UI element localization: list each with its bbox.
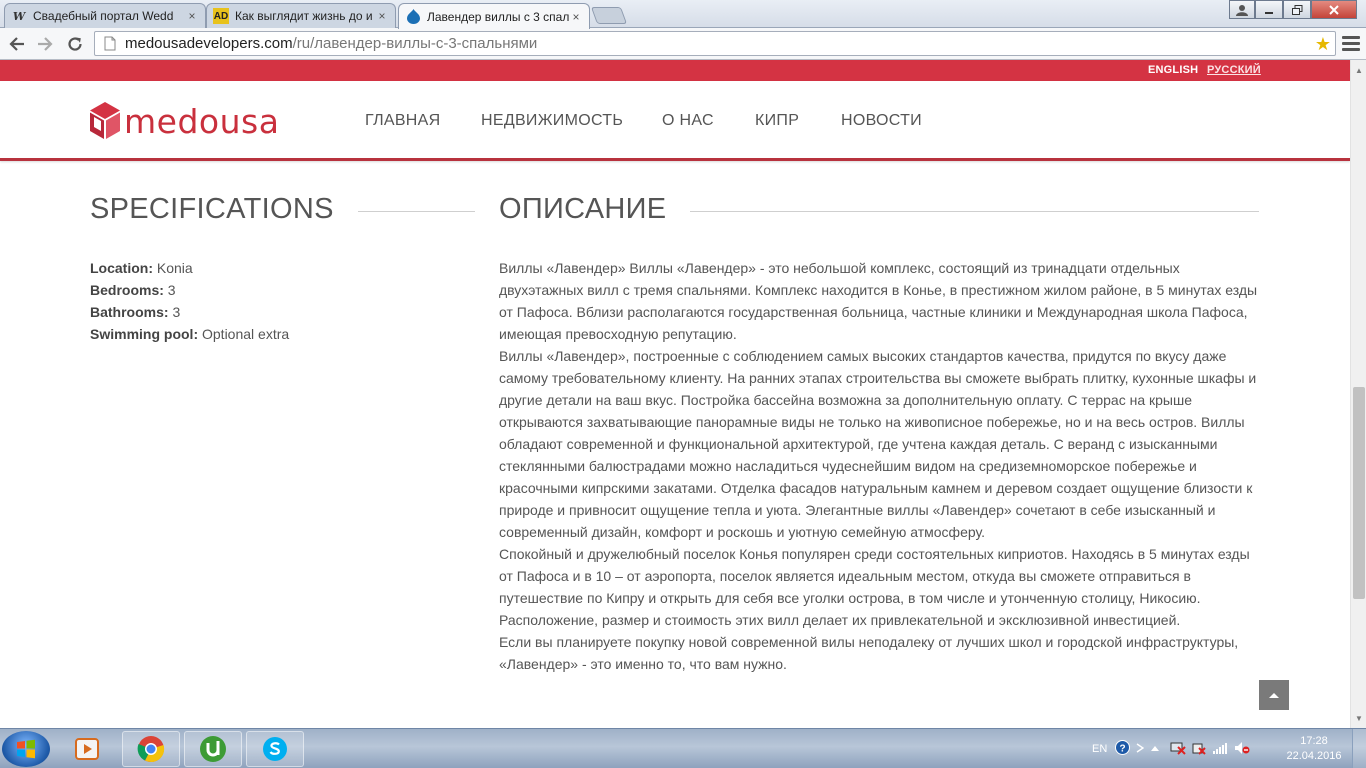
- url-host: medousadevelopers.com: [125, 35, 293, 52]
- scroll-to-top-button[interactable]: [1259, 680, 1289, 710]
- spec-bedrooms: Bedrooms: 3: [90, 279, 176, 301]
- page-scrollbar[interactable]: ▲ ▼: [1350, 60, 1366, 728]
- system-tray: EN ?: [1092, 729, 1250, 768]
- svg-text:?: ?: [1120, 744, 1126, 755]
- back-button[interactable]: [6, 33, 28, 55]
- scroll-down-arrow-icon[interactable]: ▼: [1351, 710, 1366, 726]
- nav-cyprus[interactable]: КИПР: [755, 112, 799, 130]
- forward-button[interactable]: [34, 33, 56, 55]
- user-profile-icon[interactable]: [1229, 0, 1255, 19]
- close-window-button[interactable]: [1311, 0, 1357, 19]
- taskbar-media-player[interactable]: [58, 731, 116, 767]
- media-player-icon: [75, 738, 99, 760]
- tab-close-icon[interactable]: ×: [375, 9, 389, 23]
- spec-label: Location:: [90, 260, 153, 276]
- chevron-up-icon: [1269, 693, 1279, 698]
- tab-title: Свадебный портал Wedd: [33, 9, 174, 23]
- drupal-drop-icon: [405, 9, 421, 25]
- browser-tabstrip: W Свадебный портал Wedd × AD Как выгляди…: [0, 0, 1366, 29]
- medousa-cube-icon: [90, 102, 120, 139]
- maximize-button[interactable]: [1283, 0, 1311, 19]
- description-paragraph: Виллы «Лавендер», построенные с соблюден…: [499, 348, 1257, 540]
- signal-strength-icon[interactable]: [1212, 742, 1228, 757]
- address-bar[interactable]: medousadevelopers.com/ru/лавендер-виллы-…: [94, 31, 1336, 56]
- spec-value: Konia: [156, 260, 193, 276]
- nav-home[interactable]: ГЛАВНАЯ: [365, 112, 441, 130]
- tab-lavender-villas[interactable]: Лавендер виллы с 3 спал ×: [398, 3, 590, 29]
- site-logo[interactable]: medousa: [88, 101, 279, 141]
- description-paragraph: Виллы «Лавендер» Виллы «Лавендер» - это …: [499, 260, 1258, 342]
- language-link-english[interactable]: ENGLISH: [1148, 64, 1198, 76]
- description-body: Виллы «Лавендер» Виллы «Лавендер» - это …: [499, 257, 1265, 675]
- tab-ad-article[interactable]: AD Как выглядит жизнь до и ×: [206, 3, 396, 28]
- scrollbar-thumb[interactable]: [1353, 387, 1365, 599]
- tab-wedding-portal[interactable]: W Свадебный портал Wedd ×: [4, 3, 206, 28]
- wedding-portal-favicon-icon: W: [12, 9, 26, 23]
- description-divider: [690, 211, 1259, 212]
- nav-real-estate[interactable]: НЕДВИЖИМОСТЬ: [481, 112, 623, 130]
- spec-value: 3: [167, 282, 176, 298]
- site-header: medousa ГЛАВНАЯ НЕДВИЖИМОСТЬ О НАС КИПР …: [0, 81, 1350, 161]
- specifications-title: SPECIFICATIONS: [90, 193, 334, 225]
- start-button[interactable]: [2, 731, 50, 767]
- spec-label: Bathrooms:: [90, 304, 169, 320]
- url-path: /ru/лавендер-виллы-с-3-спальнями: [292, 35, 538, 52]
- language-bar: ENGLISH РУССКИЙ: [0, 60, 1350, 81]
- security-warning-icon[interactable]: [1192, 741, 1206, 758]
- chrome-menu-icon[interactable]: [1342, 34, 1360, 52]
- nav-about[interactable]: О НАС: [662, 112, 714, 130]
- spec-value: 3: [172, 304, 181, 320]
- logo-text: medousa: [124, 101, 280, 141]
- bookmark-star-icon[interactable]: ★: [1315, 34, 1331, 55]
- description-paragraph: Спокойный и дружелюбный поселок Конья по…: [499, 546, 1250, 628]
- spec-label: Bedrooms:: [90, 282, 164, 298]
- language-bar-options-icon[interactable]: [1136, 742, 1145, 756]
- spec-swimming-pool: Swimming pool: Optional extra: [90, 323, 289, 345]
- input-language-indicator[interactable]: EN: [1092, 743, 1107, 755]
- show-desktop-button[interactable]: [1352, 729, 1366, 768]
- windows-taskbar: EN ? 17:28 22.04.2016: [0, 728, 1366, 768]
- taskbar-utorrent[interactable]: [184, 731, 242, 767]
- taskbar-clock[interactable]: 17:28 22.04.2016: [1284, 734, 1344, 764]
- ad-favicon-icon: AD: [213, 8, 229, 24]
- tab-close-icon[interactable]: ×: [185, 9, 199, 23]
- utorrent-icon: [200, 736, 226, 762]
- page-icon: [101, 35, 119, 53]
- volume-muted-icon[interactable]: [1234, 741, 1250, 758]
- spec-bathrooms: Bathrooms: 3: [90, 301, 180, 323]
- nav-news[interactable]: НОВОСТИ: [841, 112, 922, 130]
- help-icon[interactable]: ?: [1115, 740, 1131, 758]
- spec-label: Swimming pool:: [90, 326, 199, 342]
- chrome-icon: [137, 736, 165, 763]
- window-controls: [1229, 0, 1357, 19]
- windows-logo-icon: [17, 739, 35, 759]
- spec-value: Optional extra: [202, 326, 290, 342]
- description-paragraph: Если вы планируете покупку новой совреме…: [499, 634, 1239, 672]
- taskbar-skype[interactable]: [246, 731, 304, 767]
- network-warning-icon[interactable]: [1170, 741, 1186, 758]
- minimize-button[interactable]: [1255, 0, 1283, 19]
- web-page: ENGLISH РУССКИЙ medousa ГЛАВНАЯ НЕДВИЖИМ…: [0, 60, 1350, 728]
- language-link-russian[interactable]: РУССКИЙ: [1207, 64, 1261, 76]
- new-tab-button[interactable]: [590, 7, 628, 24]
- spec-location: Location: Konia: [90, 257, 193, 279]
- tab-title: Лавендер виллы с 3 спал: [427, 9, 569, 24]
- tab-close-icon[interactable]: ×: [569, 10, 583, 24]
- show-hidden-icons-icon[interactable]: [1150, 743, 1160, 755]
- clock-date: 22.04.2016: [1286, 750, 1342, 762]
- clock-time: 17:28: [1300, 735, 1328, 747]
- skype-icon: [263, 737, 287, 761]
- url-text: medousadevelopers.com/ru/лавендер-виллы-…: [125, 35, 537, 52]
- taskbar-chrome[interactable]: [122, 731, 180, 767]
- tab-title: Как выглядит жизнь до и: [235, 9, 373, 23]
- reload-button[interactable]: [64, 33, 86, 55]
- specifications-divider: [358, 211, 475, 212]
- browser-toolbar: medousadevelopers.com/ru/лавендер-виллы-…: [0, 28, 1366, 60]
- description-title: ОПИСАНИЕ: [499, 193, 667, 225]
- scroll-up-arrow-icon[interactable]: ▲: [1351, 62, 1366, 78]
